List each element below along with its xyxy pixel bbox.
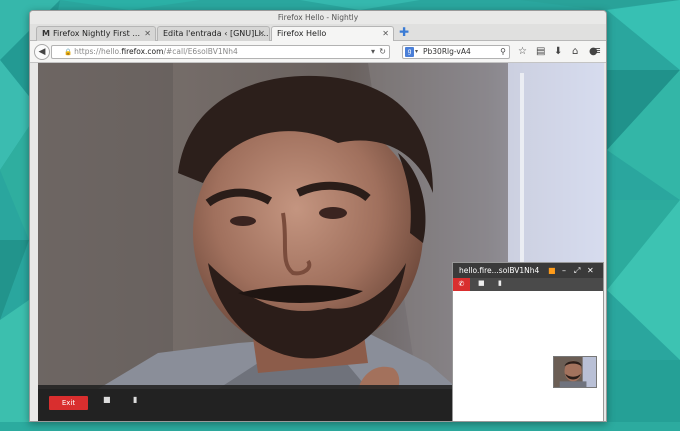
navigation-toolbar: ◀ 🔒 https://hello.firefox.com/#call/E6sol… xyxy=(30,41,606,63)
download-icon[interactable]: ⬇ xyxy=(554,46,562,58)
tab-label: Edita l'entrada ‹ [GNU]Li... xyxy=(163,29,269,38)
camera-icon[interactable]: ■ xyxy=(478,279,485,287)
bookmarks-menu-icon[interactable]: ▤ xyxy=(536,46,545,58)
conversation-controls: ✆ ■ ▮ xyxy=(453,278,603,291)
camera-icon[interactable]: ■ xyxy=(548,263,556,278)
search-bar[interactable]: g ▾ Pb30Rlg-vA4 ⚲ xyxy=(402,45,510,59)
url-prefix: https://hello. xyxy=(74,47,122,56)
dropdown-arrow-icon[interactable]: ▾ xyxy=(371,46,375,58)
close-icon[interactable]: ✕ xyxy=(587,263,594,278)
close-tab-icon[interactable]: ✕ xyxy=(258,27,265,40)
dropdown-arrow-icon[interactable]: ▾ xyxy=(415,46,418,58)
search-input[interactable]: Pb30Rlg-vA4 xyxy=(423,47,471,56)
back-arrow-icon[interactable]: ◀ xyxy=(34,44,50,60)
microphone-icon[interactable]: ▮ xyxy=(498,279,502,287)
bookmark-star-icon[interactable]: ☆ xyxy=(518,46,527,58)
expand-icon[interactable]: ⤢ xyxy=(574,263,580,278)
reload-icon[interactable]: ↻ xyxy=(379,46,386,58)
tab-firefox-hello[interactable]: Firefox Hello ✕ xyxy=(271,26,394,42)
camera-icon[interactable]: ■ xyxy=(103,395,111,404)
close-tab-icon[interactable]: ✕ xyxy=(144,27,151,40)
conversation-header: hello.fire...solBV1Nh4 ■ – ⤢ ✕ xyxy=(453,263,603,278)
url-bar[interactable]: 🔒 https://hello.firefox.com/#call/E6solBV… xyxy=(51,45,390,59)
self-view-video xyxy=(553,356,597,388)
call-controls-bar: Exit ■ ▮ xyxy=(38,385,452,421)
new-tab-plus-icon[interactable]: ✚ xyxy=(399,26,409,39)
lock-icon: 🔒 xyxy=(64,48,73,56)
window-title: Firefox Hello - Nightly xyxy=(30,11,606,24)
search-icon[interactable]: ⚲ xyxy=(500,46,506,58)
url-path: /#call/E6solBV1Nh4 xyxy=(163,47,238,56)
tab-label: Firefox Nightly First ... xyxy=(52,29,140,38)
call-page: Exit ■ ▮ hello.fire...solBV1Nh4 ■ – ⤢ ✕ … xyxy=(38,63,604,421)
close-tab-icon[interactable]: ✕ xyxy=(382,27,389,40)
tab-label: Firefox Hello xyxy=(277,29,327,38)
tab-strip: M Firefox Nightly First ... ✕ Edita l'ent… xyxy=(30,24,606,42)
search-engine-icon[interactable]: g xyxy=(405,47,414,57)
conversation-window: hello.fire...solBV1Nh4 ■ – ⤢ ✕ ✆ ■ ▮ xyxy=(452,262,604,421)
microphone-icon[interactable]: ▮ xyxy=(133,395,137,404)
tab-edita-entrada[interactable]: Edita l'entrada ‹ [GNU]Li... ✕ xyxy=(157,26,270,41)
mozilla-m-icon: M xyxy=(42,29,50,38)
browser-window: Firefox Hello - Nightly M Firefox Nightly… xyxy=(29,10,607,422)
minimize-icon[interactable]: – xyxy=(562,263,566,278)
home-icon[interactable]: ⌂ xyxy=(572,46,578,58)
exit-call-button[interactable]: Exit xyxy=(49,396,88,410)
hamburger-menu-icon[interactable]: ≡ xyxy=(592,45,601,57)
conversation-title: hello.fire...solBV1Nh4 xyxy=(459,266,540,275)
tab-firefox-nightly[interactable]: M Firefox Nightly First ... ✕ xyxy=(36,26,156,41)
hangup-icon[interactable]: ✆ xyxy=(453,278,470,291)
url-host: firefox.com xyxy=(121,47,164,56)
